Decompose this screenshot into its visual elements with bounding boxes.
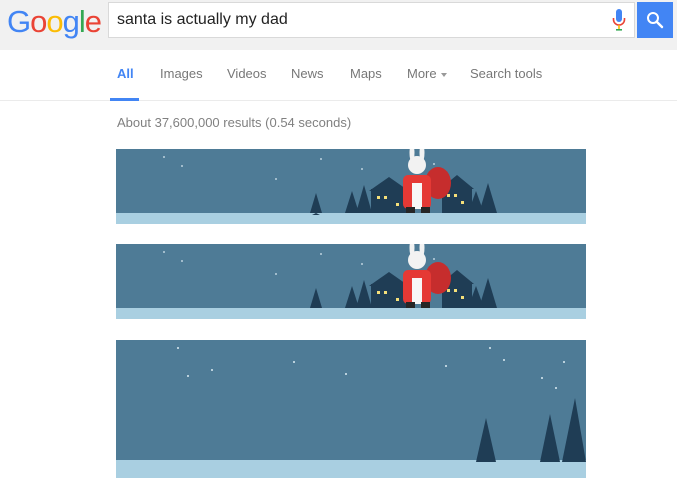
tab-all[interactable]: All	[110, 66, 139, 101]
tab-all-label: All	[117, 66, 134, 81]
tab-images[interactable]: Images	[160, 66, 203, 101]
search-button[interactable]	[637, 2, 673, 38]
tab-images-label: Images	[160, 66, 203, 81]
tab-news[interactable]: News	[291, 66, 324, 101]
top-bar: Google	[0, 0, 677, 50]
tab-search-tools-label: Search tools	[470, 66, 543, 81]
logo-letter: o	[30, 4, 47, 39]
logo-letter: e	[84, 4, 102, 39]
doodle-banner[interactable]	[116, 340, 586, 478]
tab-search-tools[interactable]: Search tools	[470, 66, 542, 101]
search-input[interactable]	[117, 9, 597, 31]
doodle-banner[interactable]	[116, 149, 586, 224]
tab-maps-label: Maps	[350, 66, 382, 81]
logo-letter: o	[46, 4, 63, 39]
tab-videos-label: Videos	[227, 66, 267, 81]
microphone-icon[interactable]	[611, 8, 627, 32]
logo-letter: g	[62, 4, 80, 39]
magnifier-icon	[647, 12, 664, 29]
google-logo[interactable]: Google	[7, 3, 102, 41]
doodle-banner[interactable]	[116, 244, 586, 319]
tab-more-label: More	[407, 66, 437, 81]
tab-more[interactable]: More	[407, 66, 447, 101]
tab-maps[interactable]: Maps	[350, 66, 382, 101]
search-box[interactable]	[108, 2, 635, 38]
result-stats: About 37,600,000 results (0.54 seconds)	[117, 115, 352, 130]
caret-down-icon	[440, 72, 447, 77]
tab-videos[interactable]: Videos	[227, 66, 267, 101]
tab-news-label: News	[291, 66, 324, 81]
logo-letter: G	[7, 4, 31, 39]
search-tabs: All Images Videos News Maps More Search …	[0, 50, 677, 101]
